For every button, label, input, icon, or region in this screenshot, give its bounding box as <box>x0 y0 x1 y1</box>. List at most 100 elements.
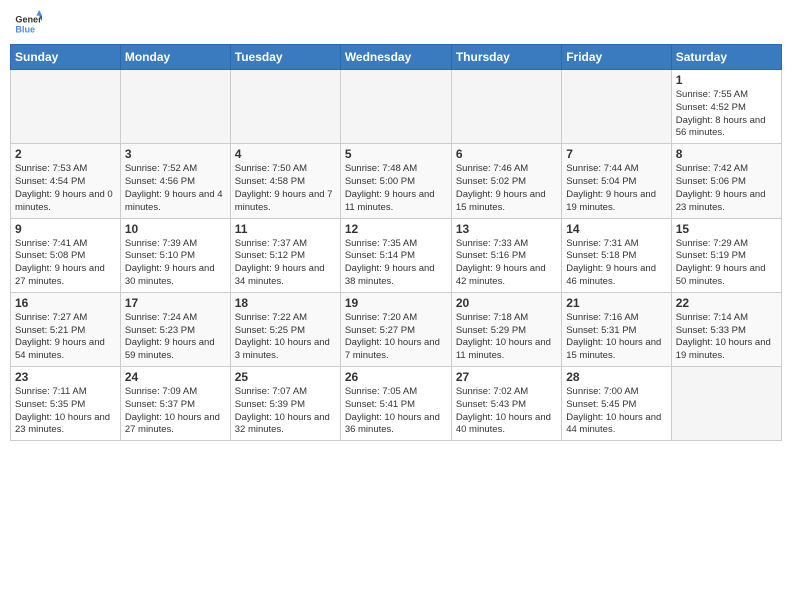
calendar-cell: 15 Sunrise: 7:29 AM Sunset: 5:19 PM Dayli… <box>671 218 781 292</box>
calendar-cell: 3 Sunrise: 7:52 AM Sunset: 4:56 PM Daylig… <box>120 144 230 218</box>
day-number: 21 <box>566 296 666 310</box>
calendar-cell: 24 Sunrise: 7:09 AM Sunset: 5:37 PM Dayli… <box>120 367 230 441</box>
calendar-cell: 25 Sunrise: 7:07 AM Sunset: 5:39 PM Dayli… <box>230 367 340 441</box>
weekday-header-sunday: Sunday <box>11 45 121 70</box>
day-number: 12 <box>345 222 447 236</box>
weekday-header-wednesday: Wednesday <box>340 45 451 70</box>
calendar-cell: 1 Sunrise: 7:55 AM Sunset: 4:52 PM Daylig… <box>671 70 781 144</box>
calendar-week-row: 1 Sunrise: 7:55 AM Sunset: 4:52 PM Daylig… <box>11 70 782 144</box>
calendar-cell: 18 Sunrise: 7:22 AM Sunset: 5:25 PM Dayli… <box>230 292 340 366</box>
day-number: 4 <box>235 147 336 161</box>
calendar-cell: 9 Sunrise: 7:41 AM Sunset: 5:08 PM Daylig… <box>11 218 121 292</box>
day-info: Sunrise: 7:41 AM Sunset: 5:08 PM Dayligh… <box>15 238 116 289</box>
day-number: 1 <box>676 73 777 87</box>
day-number: 24 <box>125 370 226 384</box>
day-info: Sunrise: 7:07 AM Sunset: 5:39 PM Dayligh… <box>235 386 336 437</box>
day-info: Sunrise: 7:02 AM Sunset: 5:43 PM Dayligh… <box>456 386 557 437</box>
weekday-header-row: SundayMondayTuesdayWednesdayThursdayFrid… <box>11 45 782 70</box>
svg-text:General: General <box>15 15 42 25</box>
calendar-cell: 13 Sunrise: 7:33 AM Sunset: 5:16 PM Dayli… <box>451 218 561 292</box>
calendar-cell: 17 Sunrise: 7:24 AM Sunset: 5:23 PM Dayli… <box>120 292 230 366</box>
calendar-cell: 16Sunrise: 7:27 AM Sunset: 5:21 PM Dayli… <box>11 292 121 366</box>
day-number: 13 <box>456 222 557 236</box>
day-info: Sunrise: 7:20 AM Sunset: 5:27 PM Dayligh… <box>345 312 447 363</box>
day-number: 10 <box>125 222 226 236</box>
day-info: Sunrise: 7:37 AM Sunset: 5:12 PM Dayligh… <box>235 238 336 289</box>
day-info: Sunrise: 7:46 AM Sunset: 5:02 PM Dayligh… <box>456 163 557 214</box>
logo: General Blue <box>14 10 42 38</box>
day-info: Sunrise: 7:53 AM Sunset: 4:54 PM Dayligh… <box>15 163 116 214</box>
day-number: 15 <box>676 222 777 236</box>
logo-icon: General Blue <box>14 10 42 38</box>
calendar-cell: 12Sunrise: 7:35 AM Sunset: 5:14 PM Dayli… <box>340 218 451 292</box>
day-info: Sunrise: 7:24 AM Sunset: 5:23 PM Dayligh… <box>125 312 226 363</box>
calendar-cell: 8 Sunrise: 7:42 AM Sunset: 5:06 PM Daylig… <box>671 144 781 218</box>
calendar-week-row: 23Sunrise: 7:11 AM Sunset: 5:35 PM Dayli… <box>11 367 782 441</box>
day-info: Sunrise: 7:42 AM Sunset: 5:06 PM Dayligh… <box>676 163 777 214</box>
day-number: 17 <box>125 296 226 310</box>
day-number: 8 <box>676 147 777 161</box>
calendar-cell: 23Sunrise: 7:11 AM Sunset: 5:35 PM Dayli… <box>11 367 121 441</box>
day-info: Sunrise: 7:27 AM Sunset: 5:21 PM Dayligh… <box>15 312 116 363</box>
calendar-cell: 10 Sunrise: 7:39 AM Sunset: 5:10 PM Dayli… <box>120 218 230 292</box>
day-info: Sunrise: 7:39 AM Sunset: 5:10 PM Dayligh… <box>125 238 226 289</box>
page-header: General Blue <box>10 10 782 38</box>
weekday-header-friday: Friday <box>562 45 671 70</box>
day-info: Sunrise: 7:05 AM Sunset: 5:41 PM Dayligh… <box>345 386 447 437</box>
calendar-cell: 5Sunrise: 7:48 AM Sunset: 5:00 PM Daylig… <box>340 144 451 218</box>
day-number: 18 <box>235 296 336 310</box>
day-number: 3 <box>125 147 226 161</box>
day-number: 20 <box>456 296 557 310</box>
calendar-cell: 21 Sunrise: 7:16 AM Sunset: 5:31 PM Dayli… <box>562 292 671 366</box>
day-info: Sunrise: 7:09 AM Sunset: 5:37 PM Dayligh… <box>125 386 226 437</box>
calendar-cell <box>671 367 781 441</box>
calendar-cell: 27 Sunrise: 7:02 AM Sunset: 5:43 PM Dayli… <box>451 367 561 441</box>
day-number: 5 <box>345 147 447 161</box>
day-number: 19 <box>345 296 447 310</box>
day-info: Sunrise: 7:29 AM Sunset: 5:19 PM Dayligh… <box>676 238 777 289</box>
calendar-cell <box>230 70 340 144</box>
day-number: 22 <box>676 296 777 310</box>
day-number: 23 <box>15 370 116 384</box>
day-info: Sunrise: 7:22 AM Sunset: 5:25 PM Dayligh… <box>235 312 336 363</box>
day-info: Sunrise: 7:55 AM Sunset: 4:52 PM Dayligh… <box>676 89 777 140</box>
day-info: Sunrise: 7:16 AM Sunset: 5:31 PM Dayligh… <box>566 312 666 363</box>
calendar-cell <box>120 70 230 144</box>
weekday-header-monday: Monday <box>120 45 230 70</box>
calendar-week-row: 9 Sunrise: 7:41 AM Sunset: 5:08 PM Daylig… <box>11 218 782 292</box>
calendar-cell: 19 Sunrise: 7:20 AM Sunset: 5:27 PM Dayli… <box>340 292 451 366</box>
calendar-week-row: 16Sunrise: 7:27 AM Sunset: 5:21 PM Dayli… <box>11 292 782 366</box>
weekday-header-thursday: Thursday <box>451 45 561 70</box>
calendar-table: SundayMondayTuesdayWednesdayThursdayFrid… <box>10 44 782 441</box>
calendar-cell <box>451 70 561 144</box>
calendar-cell: 20 Sunrise: 7:18 AM Sunset: 5:29 PM Dayli… <box>451 292 561 366</box>
day-number: 7 <box>566 147 666 161</box>
day-info: Sunrise: 7:52 AM Sunset: 4:56 PM Dayligh… <box>125 163 226 214</box>
calendar-cell: 22Sunrise: 7:14 AM Sunset: 5:33 PM Dayli… <box>671 292 781 366</box>
day-info: Sunrise: 7:31 AM Sunset: 5:18 PM Dayligh… <box>566 238 666 289</box>
weekday-header-tuesday: Tuesday <box>230 45 340 70</box>
day-number: 25 <box>235 370 336 384</box>
day-number: 28 <box>566 370 666 384</box>
day-number: 26 <box>345 370 447 384</box>
calendar-cell <box>562 70 671 144</box>
day-info: Sunrise: 7:00 AM Sunset: 5:45 PM Dayligh… <box>566 386 666 437</box>
weekday-header-saturday: Saturday <box>671 45 781 70</box>
calendar-cell: 6 Sunrise: 7:46 AM Sunset: 5:02 PM Daylig… <box>451 144 561 218</box>
svg-text:Blue: Blue <box>15 24 35 34</box>
calendar-cell: 4Sunrise: 7:50 AM Sunset: 4:58 PM Daylig… <box>230 144 340 218</box>
day-number: 6 <box>456 147 557 161</box>
calendar-cell: 11 Sunrise: 7:37 AM Sunset: 5:12 PM Dayli… <box>230 218 340 292</box>
calendar-cell: 14Sunrise: 7:31 AM Sunset: 5:18 PM Dayli… <box>562 218 671 292</box>
day-info: Sunrise: 7:18 AM Sunset: 5:29 PM Dayligh… <box>456 312 557 363</box>
calendar-cell: 2Sunrise: 7:53 AM Sunset: 4:54 PM Daylig… <box>11 144 121 218</box>
calendar-cell: 28 Sunrise: 7:00 AM Sunset: 5:45 PM Dayli… <box>562 367 671 441</box>
day-info: Sunrise: 7:44 AM Sunset: 5:04 PM Dayligh… <box>566 163 666 214</box>
calendar-week-row: 2Sunrise: 7:53 AM Sunset: 4:54 PM Daylig… <box>11 144 782 218</box>
day-number: 27 <box>456 370 557 384</box>
day-number: 11 <box>235 222 336 236</box>
day-info: Sunrise: 7:33 AM Sunset: 5:16 PM Dayligh… <box>456 238 557 289</box>
day-number: 9 <box>15 222 116 236</box>
calendar-cell <box>11 70 121 144</box>
calendar-cell <box>340 70 451 144</box>
